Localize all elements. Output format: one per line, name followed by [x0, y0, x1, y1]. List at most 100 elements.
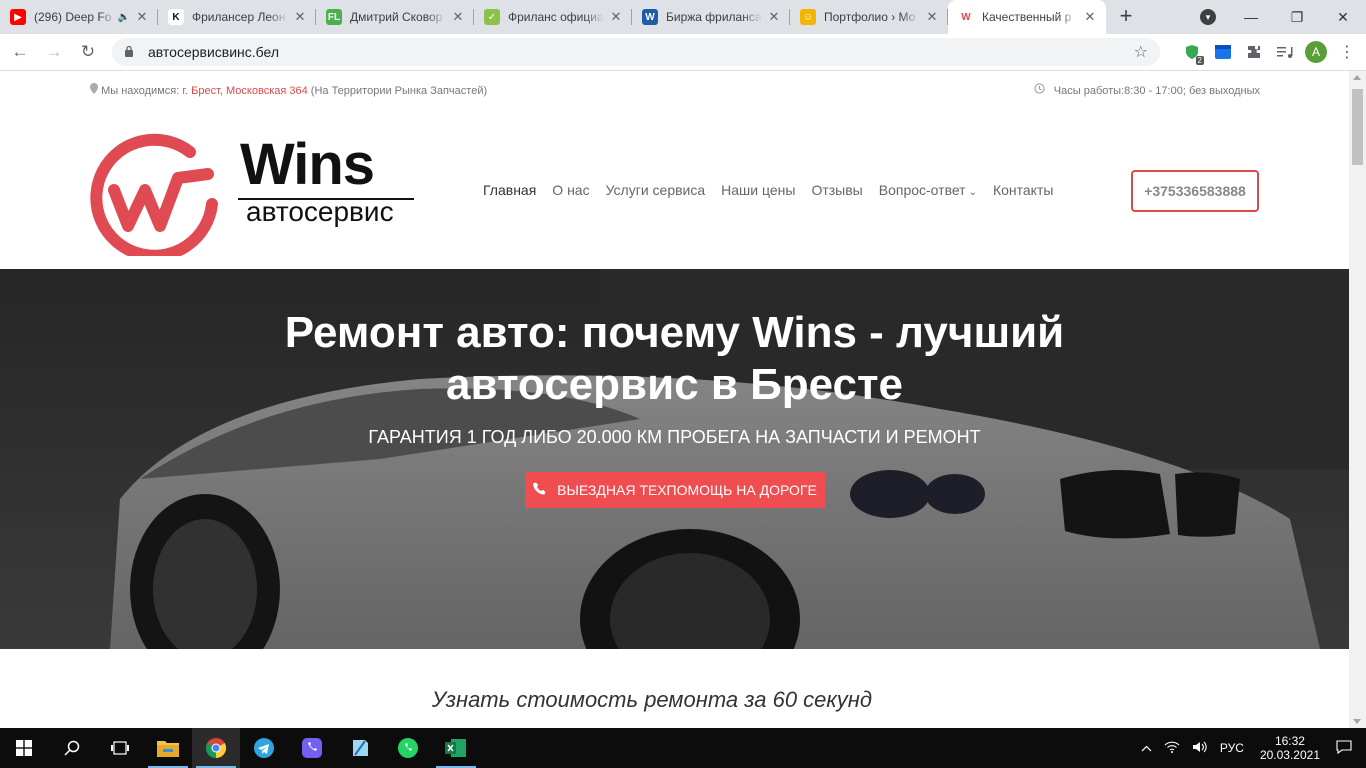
url-text[interactable]: автосервисвинс.бел: [148, 44, 279, 60]
nav-item-label: Услуги сервиса: [605, 182, 706, 198]
scroll-up-arrow-icon[interactable]: [1353, 75, 1361, 80]
nav-item-label: Отзывы: [811, 182, 863, 198]
viber-icon[interactable]: [288, 728, 336, 768]
network-icon[interactable]: [1164, 741, 1180, 756]
nav-item[interactable]: Услуги сервиса: [606, 182, 706, 198]
chrome-icon[interactable]: [192, 728, 240, 768]
media-controls-icon[interactable]: [1271, 38, 1299, 66]
location-link[interactable]: г. Брест, Московская 364: [182, 85, 307, 97]
extensions-puzzle-icon[interactable]: [1240, 38, 1268, 66]
close-window-button[interactable]: ✕: [1320, 0, 1366, 34]
file-explorer-icon[interactable]: [144, 728, 192, 768]
logo-sub-text: автосервис: [246, 196, 394, 227]
nav-item-label: Главная: [483, 182, 537, 198]
tab-close-icon[interactable]: ✕: [608, 9, 624, 25]
tab-strip: ▶ (296) Deep Fo 🔈 ✕ K Фрилансер Леон ✕ FL Дмитри…: [0, 0, 1366, 34]
location-label: Мы находимся:: [101, 85, 180, 97]
start-button[interactable]: [0, 728, 48, 768]
tab-close-icon[interactable]: ✕: [292, 9, 308, 25]
browser-tab[interactable]: ✓ Фриланс официа ✕: [474, 0, 632, 34]
tab-search-icon[interactable]: ▾: [1200, 9, 1216, 25]
logo-brand-text: Wins: [240, 132, 375, 197]
scrollbar-thumb[interactable]: [1352, 89, 1363, 165]
page-scrollbar[interactable]: [1349, 71, 1366, 728]
tab-close-icon[interactable]: ✕: [450, 9, 466, 25]
tab-title: Фрилансер Леон: [192, 10, 286, 24]
nav-item[interactable]: О нас: [552, 182, 589, 198]
roadside-assistance-button[interactable]: ВЫЕЗДНАЯ ТЕХПОМОЩЬ НА ДОРОГЕ: [525, 472, 825, 508]
tab-audio-icon[interactable]: 🔈: [118, 12, 130, 23]
nav-item-label: О нас: [552, 182, 590, 198]
telegram-icon[interactable]: [240, 728, 288, 768]
notes-app-icon[interactable]: [336, 728, 384, 768]
notifications-icon[interactable]: [1336, 739, 1352, 757]
reload-button[interactable]: ↻: [74, 38, 102, 66]
browser-tab[interactable]: W Качественный р ✕: [948, 0, 1106, 34]
hours-info: Часы работы:8:30 - 17:00; без выходных: [1034, 83, 1260, 97]
maximize-button[interactable]: ❐: [1274, 0, 1320, 34]
nav-item-label: Вопрос-ответ: [878, 182, 966, 198]
extension-shield-icon[interactable]: 2: [1178, 38, 1206, 66]
tab-close-icon[interactable]: ✕: [134, 9, 150, 25]
nav-item[interactable]: Наши цены: [721, 182, 795, 198]
extension-window-icon[interactable]: [1209, 38, 1237, 66]
tab-title: (296) Deep Fo: [34, 10, 112, 24]
volume-icon[interactable]: [1192, 741, 1208, 756]
tray-chevron-icon[interactable]: [1141, 741, 1152, 755]
clock-time: 16:32: [1274, 734, 1305, 748]
hero-subtitle: ГАРАНТИЯ 1 ГОД ЛИБО 20.000 КМ ПРОБЕГА НА…: [368, 427, 981, 447]
tab-favicon-icon: ✓: [484, 9, 500, 25]
address-bar[interactable]: автосервисвинс.бел ☆: [112, 38, 1160, 66]
lock-icon[interactable]: [124, 44, 136, 60]
tab-favicon-icon: FL: [326, 9, 342, 25]
language-indicator[interactable]: РУС: [1220, 741, 1244, 755]
task-view-icon[interactable]: [96, 728, 144, 768]
browser-tab[interactable]: W Биржа фриланса ✕: [632, 0, 790, 34]
logo-emblem-icon: [90, 133, 218, 256]
tab-favicon-icon: K: [168, 9, 184, 25]
phone-icon: [533, 482, 547, 499]
clock-date: 20.03.2021: [1259, 748, 1320, 762]
tab-title: Портфолио › Мо: [824, 10, 916, 24]
web-page: Мы находимся: г. Брест, Московская 364 (…: [0, 71, 1349, 728]
back-button[interactable]: ←: [6, 38, 34, 66]
browser-tab[interactable]: K Фрилансер Леон ✕: [158, 0, 316, 34]
tab-close-icon[interactable]: ✕: [924, 9, 940, 25]
nav-item-label: Наши цены: [721, 182, 796, 198]
excel-icon[interactable]: [432, 728, 480, 768]
tab-favicon-icon: W: [958, 9, 974, 25]
map-pin-icon: [90, 83, 101, 97]
clock-icon: [1034, 83, 1048, 97]
whatsapp-icon[interactable]: [384, 728, 432, 768]
nav-item[interactable]: Контакты: [993, 182, 1053, 198]
scroll-down-arrow-icon[interactable]: [1353, 719, 1361, 724]
new-tab-button[interactable]: +: [1112, 3, 1140, 31]
phone-button[interactable]: +375336583888: [1131, 170, 1259, 212]
search-icon[interactable]: [48, 728, 96, 768]
nav-item[interactable]: Отзывы: [811, 182, 862, 198]
bookmark-star-icon[interactable]: ☆: [1134, 42, 1148, 62]
minimize-button[interactable]: —: [1228, 0, 1274, 34]
tab-list: ▶ (296) Deep Fo 🔈 ✕ K Фрилансер Леон ✕ FL Дмитри…: [0, 0, 1106, 34]
profile-avatar[interactable]: A: [1302, 38, 1330, 66]
site-logo[interactable]: Wins автосервис: [90, 126, 420, 256]
browser-tab[interactable]: ☺ Портфолио › Мо ✕: [790, 0, 948, 34]
nav-item-label: Контакты: [992, 182, 1054, 198]
extension-badge: 2: [1195, 56, 1204, 65]
hero-title: Ремонт авто: почему Wins - лучший автосе…: [284, 308, 1065, 409]
location-info: Мы находимся: г. Брест, Московская 364 (…: [90, 83, 487, 97]
browser-tab[interactable]: FL Дмитрий Сковор ✕: [316, 0, 474, 34]
clock[interactable]: 16:32 20.03.2021: [1260, 734, 1320, 762]
tab-close-icon[interactable]: ✕: [766, 9, 782, 25]
browser-toolbar: ← → ↻ автосервисвинс.бел ☆ 2 A ⋮: [0, 34, 1366, 71]
nav-item[interactable]: Вопрос-ответ ⌄: [879, 182, 977, 198]
tab-close-icon[interactable]: ✕: [1082, 9, 1098, 25]
system-tray: РУС 16:32 20.03.2021: [1135, 734, 1366, 762]
tab-favicon-icon: ☺: [800, 9, 816, 25]
top-info-bar: Мы находимся: г. Брест, Московская 364 (…: [90, 83, 1260, 97]
nav-item[interactable]: Главная: [483, 182, 536, 198]
browser-tab[interactable]: ▶ (296) Deep Fo 🔈 ✕: [0, 0, 158, 34]
forward-button[interactable]: →: [40, 38, 68, 66]
menu-kebab-icon[interactable]: ⋮: [1333, 38, 1361, 66]
working-hours: Часы работы:8:30 - 17:00; без выходных: [1053, 85, 1260, 97]
